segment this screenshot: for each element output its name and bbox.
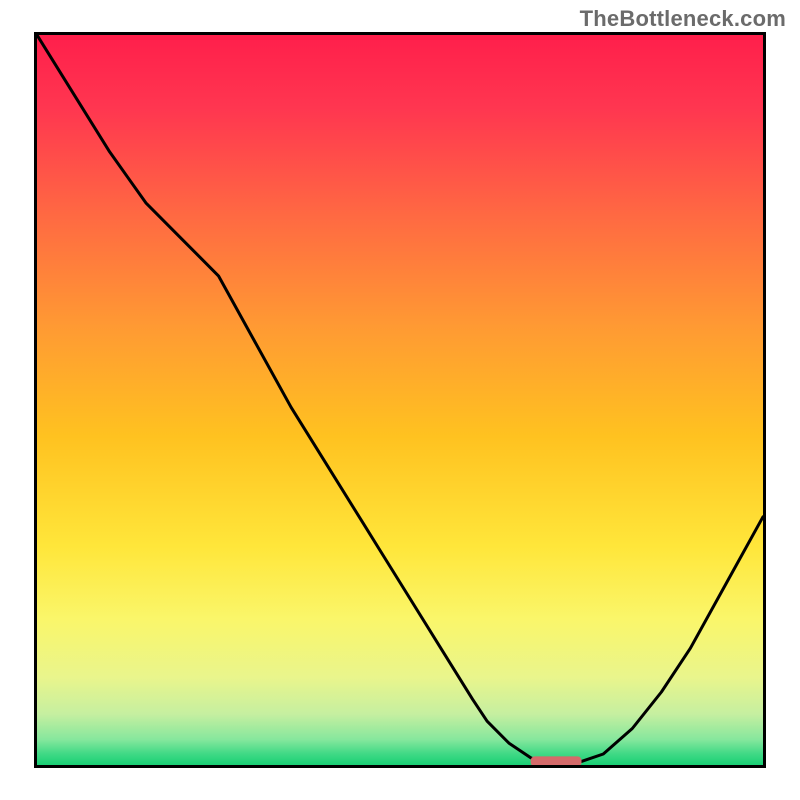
chart-stage: TheBottleneck.com (0, 0, 800, 800)
watermark-text: TheBottleneck.com (580, 6, 786, 32)
plot-area (34, 32, 766, 768)
bottleneck-curve (37, 35, 763, 765)
optimal-range-marker (531, 756, 582, 765)
curve-overlay (37, 35, 763, 765)
